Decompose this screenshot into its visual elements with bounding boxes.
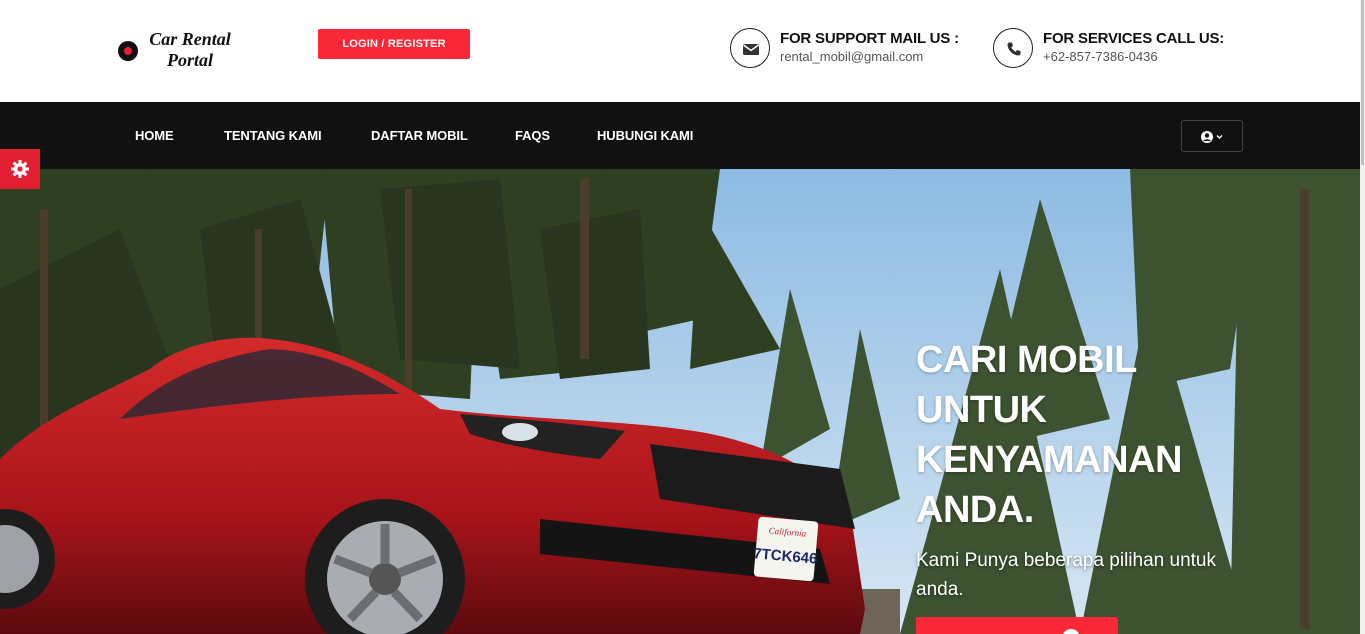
nav-item-daftar-mobil[interactable]: DAFTAR MOBIL (371, 128, 468, 143)
chevron-down-icon (1216, 135, 1223, 139)
support-mail-address[interactable]: rental_mobil@gmail.com (780, 49, 923, 64)
logo-text: Car Rental Portal (140, 29, 240, 71)
main-nav: HOME TENTANG KAMI DAFTAR MOBIL FAQS HUBU… (0, 102, 1365, 169)
site-header: Car Rental Portal LOGIN / REGISTER FOR S… (0, 0, 1365, 102)
nav-item-hubungi-kami[interactable]: HUBUNGI KAMI (597, 128, 693, 143)
phone-icon (993, 28, 1033, 68)
logo-mark-icon (118, 41, 138, 61)
hero-cta-button[interactable] (916, 617, 1118, 634)
site-logo[interactable]: Car Rental Portal (118, 29, 248, 73)
arrow-circle-icon (1062, 629, 1080, 634)
gear-icon (11, 160, 29, 178)
user-circle-icon (1201, 131, 1223, 143)
nav-item-faqs[interactable]: FAQS (515, 128, 550, 143)
nav-item-home[interactable]: HOME (135, 128, 174, 143)
settings-toggle-button[interactable] (0, 149, 40, 189)
logo-line-2: Portal (166, 50, 213, 70)
nav-item-tentang-kami[interactable]: TENTANG KAMI (224, 128, 322, 143)
hero-banner: California 7TCK646 CARI MOBIL UNTUK KENY… (0, 169, 1365, 634)
page-scrollbar-thumb[interactable] (1361, 0, 1364, 165)
hero-subtitle: Kami Punya beberapa pilihan untuk anda. (916, 550, 1216, 600)
services-call-title: FOR SERVICES CALL US: (1043, 30, 1225, 47)
login-register-button[interactable]: LOGIN / REGISTER (318, 29, 470, 59)
support-mail-title: FOR SUPPORT MAIL US : (780, 30, 959, 47)
services-call-number[interactable]: +62-857-7386-0436 (1043, 49, 1158, 64)
hero-title: CARI MOBIL UNTUK KENYAMANAN ANDA. (916, 339, 1182, 531)
envelope-icon (730, 28, 770, 68)
logo-line-1: Car Rental (149, 29, 231, 49)
user-menu-button[interactable] (1181, 120, 1243, 152)
